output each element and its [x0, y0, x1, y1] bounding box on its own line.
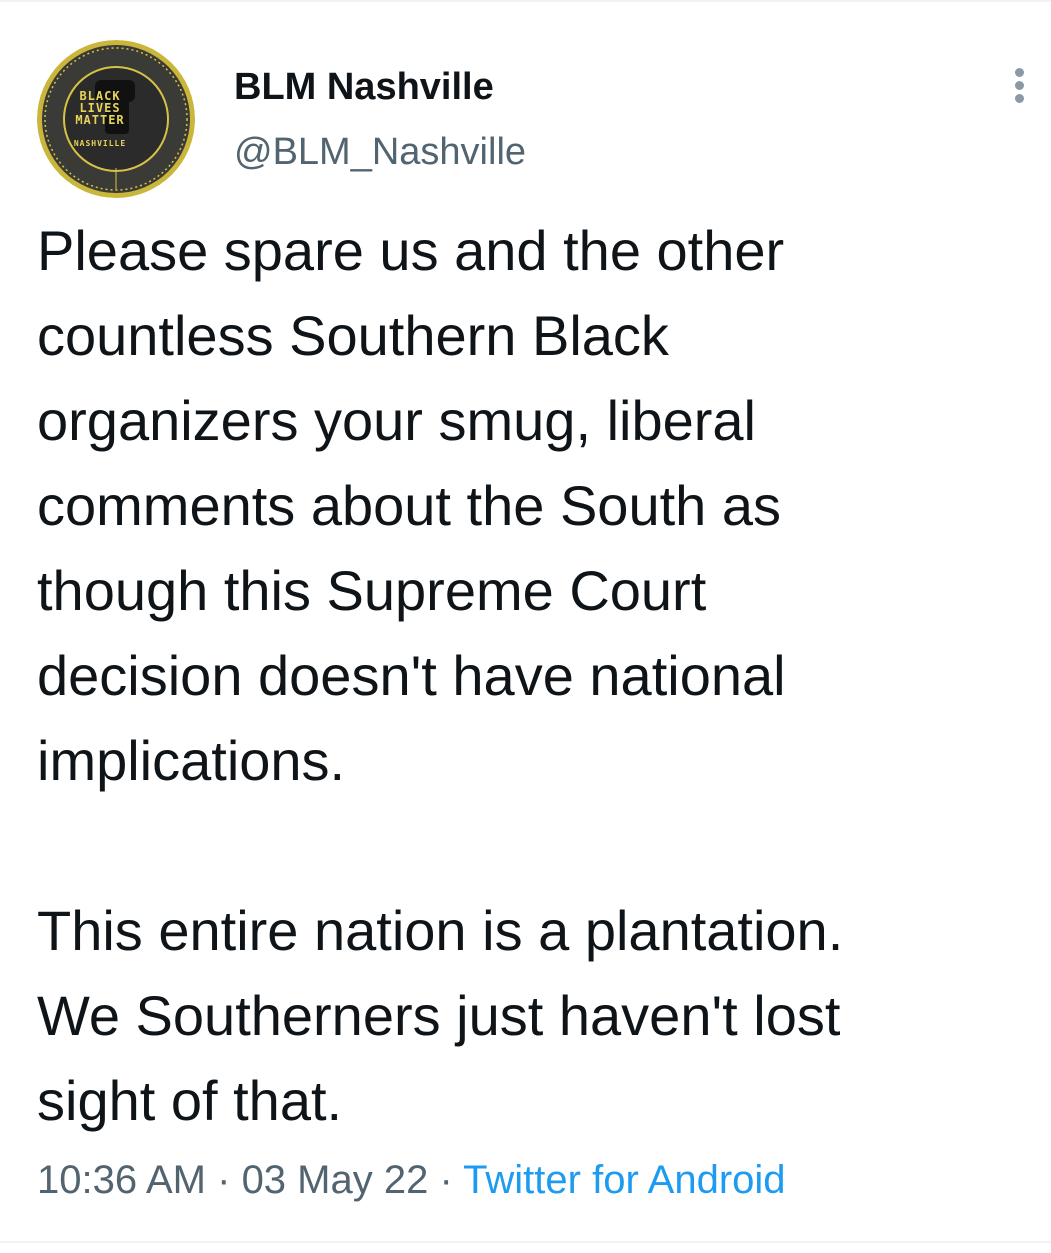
avatar[interactable]: BLACK LIVES MATTER NASHVILLE	[37, 40, 195, 198]
tweet-date[interactable]: 03 May 22	[242, 1158, 429, 1202]
more-options-button[interactable]	[1004, 64, 1036, 108]
tweet-line: countless Southern Black	[37, 304, 669, 367]
tweet-time[interactable]: 10:36 AM	[37, 1158, 206, 1202]
top-divider	[0, 0, 1051, 2]
tweet-line: Please spare us and the other	[37, 219, 785, 282]
tweet-text: Please spare us and the other countless …	[37, 208, 1027, 1143]
tweet-line: decision doesn't have national	[37, 644, 786, 707]
author-display-name[interactable]: BLM Nashville	[234, 64, 494, 110]
author-handle[interactable]: @BLM_Nashville	[234, 129, 526, 175]
tweet-line: comments about the South as	[37, 474, 781, 537]
avatar-text-nashville: NASHVILLE	[73, 139, 127, 148]
tweet-line: though this Supreme Court	[37, 559, 707, 622]
tweet-line: This entire nation is a plantation.	[37, 899, 844, 962]
meta-separator: ·	[206, 1158, 242, 1202]
meta-separator: ·	[428, 1158, 464, 1202]
tweet-line: implications.	[37, 729, 346, 792]
tweet-line: sight of that.	[37, 1069, 343, 1132]
tweet-source-link[interactable]: Twitter for Android	[463, 1158, 785, 1202]
bottom-divider	[0, 1241, 1051, 1243]
tweet-meta: 10:36 AM · 03 May 22 · Twitter for Andro…	[37, 1152, 786, 1208]
tweet-line: organizers your smug, liberal	[37, 389, 756, 452]
tweet-line: We Southerners just haven't lost	[37, 984, 841, 1047]
avatar-text-matter: MATTER	[75, 113, 125, 127]
